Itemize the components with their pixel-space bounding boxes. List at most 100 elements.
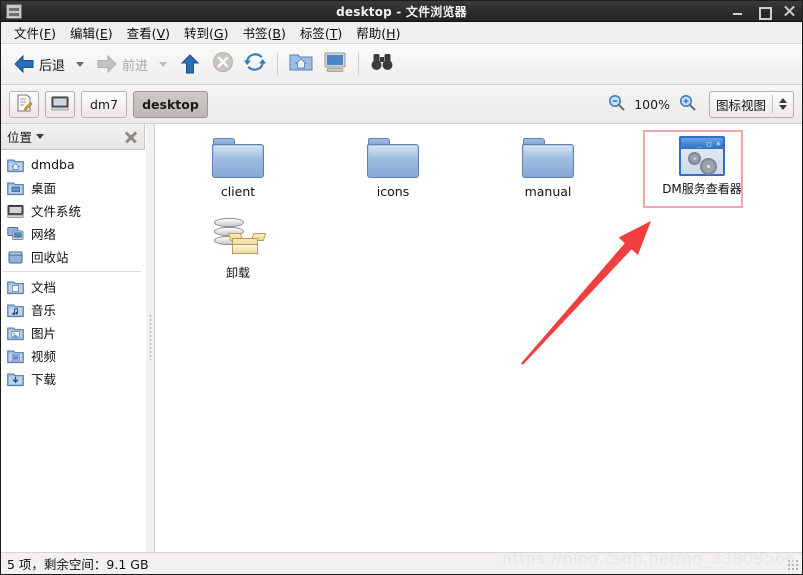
sidebar-item-label: 文档 xyxy=(31,280,57,295)
home-button[interactable] xyxy=(284,48,318,80)
zoom-in-icon[interactable] xyxy=(679,94,696,115)
file-item-label: icons xyxy=(376,184,410,199)
trash-icon xyxy=(7,249,24,265)
window-controls xyxy=(731,1,796,22)
file-item-卸载[interactable]: 卸载 xyxy=(183,214,293,281)
file-view[interactable]: client icons manual _ □ × DM服务查看器卸载 xyxy=(155,124,802,552)
sidebar-item-dmdba[interactable]: dmdba xyxy=(1,153,145,176)
file-item-DM服务查看器[interactable]: _ □ × DM服务查看器 xyxy=(647,136,757,197)
menu-paren: ) xyxy=(395,26,401,41)
forward-history-caret-icon xyxy=(159,61,168,67)
dm-service-viewer-icon: _ □ × xyxy=(679,136,725,176)
file-item-label: 卸载 xyxy=(225,266,250,280)
downloads-folder-icon xyxy=(7,371,24,387)
window-title: desktop - 文件浏览器 xyxy=(336,4,467,19)
sidebar-item-文件系统[interactable]: 文件系统 xyxy=(1,199,145,222)
sidebar-item-下载[interactable]: 下载 xyxy=(1,367,145,390)
view-select-divider xyxy=(772,95,773,113)
edit-location-icon xyxy=(15,94,33,115)
stop-icon xyxy=(212,51,234,77)
view-mode-select[interactable]: 图标视图 xyxy=(708,90,794,118)
forward-label: 前进 xyxy=(122,58,149,74)
file-item-label: client xyxy=(220,184,256,199)
main-body: 位置 dmdba 桌面文件系统网络回收站文档音乐图片 视频下载 client icon… xyxy=(1,124,802,552)
menu-item-5[interactable]: 标签(T) xyxy=(293,22,349,43)
chevron-down-icon[interactable] xyxy=(36,134,45,139)
back-history-caret-icon[interactable] xyxy=(76,61,85,67)
sidebar-item-音乐[interactable]: 音乐 xyxy=(1,298,145,321)
menu-mnemonic: G xyxy=(213,26,224,41)
sidebar-item-label: 桌面 xyxy=(31,181,57,196)
folder-icon xyxy=(367,136,419,180)
sidebar: 位置 dmdba 桌面文件系统网络回收站文档音乐图片 视频下载 xyxy=(1,124,146,552)
folder-icon xyxy=(522,136,574,180)
icon-grid: client icons manual _ □ × DM服务查看器卸载 xyxy=(155,124,802,552)
zoom-out-icon[interactable] xyxy=(608,94,625,115)
breadcrumb-label: dm7 xyxy=(90,96,119,112)
file-item-manual[interactable]: manual xyxy=(493,136,603,199)
close-icon[interactable] xyxy=(124,130,138,144)
back-button[interactable]: 后退 xyxy=(7,48,70,80)
menu-item-4[interactable]: 书签(B) xyxy=(235,22,292,43)
menu-label: 帮助( xyxy=(356,26,387,41)
menu-item-1[interactable]: 编辑(E) xyxy=(63,22,120,43)
breadcrumb-dm7[interactable]: dm7 xyxy=(81,90,128,118)
arrow-right-icon xyxy=(95,52,119,76)
breadcrumb-desktop[interactable]: desktop xyxy=(133,90,208,118)
menu-label: 编辑( xyxy=(69,26,100,41)
filesystem-icon xyxy=(51,95,69,114)
menu-item-0[interactable]: 文件(F) xyxy=(7,22,63,43)
computer-button[interactable] xyxy=(318,48,352,80)
menu-label: 书签( xyxy=(242,26,273,41)
sidebar-item-label: 下载 xyxy=(31,372,57,387)
sidebar-item-文档[interactable]: 文档 xyxy=(1,275,145,298)
menu-mnemonic: F xyxy=(43,26,52,41)
menu-paren: ) xyxy=(107,26,113,41)
toolbar-separator-2 xyxy=(358,53,360,75)
menu-label: 转到( xyxy=(184,26,214,41)
menu-paren: ) xyxy=(280,26,286,41)
places-header[interactable]: 位置 xyxy=(1,124,145,150)
maximize-icon[interactable] xyxy=(757,5,772,20)
breadcrumb: dm7 desktop xyxy=(81,90,214,118)
file-item-icons[interactable]: icons xyxy=(338,136,448,199)
menu-bar: 文件(F) 编辑(E) 查看(V) 转到(G) 书签(B) 标签(T) 帮助(H) xyxy=(1,22,802,44)
menu-mnemonic: V xyxy=(156,26,166,41)
edit-location-button[interactable] xyxy=(9,90,39,118)
minimize-icon[interactable] xyxy=(731,5,744,18)
computer-icon xyxy=(323,51,347,77)
menu-item-6[interactable]: 帮助(H) xyxy=(349,22,407,43)
close-icon[interactable] xyxy=(783,5,796,18)
resize-grip-icon[interactable] xyxy=(787,559,799,571)
file-item-label: manual xyxy=(524,184,572,199)
places-separator xyxy=(3,271,141,272)
sidebar-item-label: 文件系统 xyxy=(31,204,82,219)
sidebar-item-label: 音乐 xyxy=(31,303,57,318)
sidebar-item-回收站[interactable]: 回收站 xyxy=(1,245,145,268)
menu-paren: ) xyxy=(223,26,229,41)
binoculars-search-icon xyxy=(370,51,394,77)
up-button[interactable] xyxy=(173,48,207,80)
back-label: 后退 xyxy=(39,58,66,74)
reload-button[interactable] xyxy=(239,48,271,80)
menu-mnemonic: B xyxy=(272,26,281,41)
file-manager-icon xyxy=(6,3,22,19)
path-root-button[interactable] xyxy=(45,90,75,118)
file-item-client[interactable]: client xyxy=(183,136,293,199)
sidebar-item-桌面[interactable]: 桌面 xyxy=(1,176,145,199)
stop-button xyxy=(207,48,239,80)
sidebar-item-网络[interactable]: 网络 xyxy=(1,222,145,245)
sidebar-splitter[interactable] xyxy=(146,124,155,552)
network-icon xyxy=(7,226,24,242)
sidebar-item-label: 回收站 xyxy=(31,250,69,265)
sidebar-item-视频[interactable]: 视频 xyxy=(1,344,145,367)
menu-paren: ) xyxy=(51,26,56,41)
pictures-folder-icon xyxy=(7,325,24,341)
status-text: 5 项，剩余空间：9.1 GB xyxy=(7,557,149,572)
menu-item-3[interactable]: 转到(G) xyxy=(177,22,235,43)
location-bar: dm7 desktop 100% 图标视图 xyxy=(1,85,802,124)
search-button[interactable] xyxy=(365,48,399,80)
videos-folder-icon xyxy=(7,348,24,364)
sidebar-item-图片[interactable]: 图片 xyxy=(1,321,145,344)
menu-item-2[interactable]: 查看(V) xyxy=(120,22,177,43)
